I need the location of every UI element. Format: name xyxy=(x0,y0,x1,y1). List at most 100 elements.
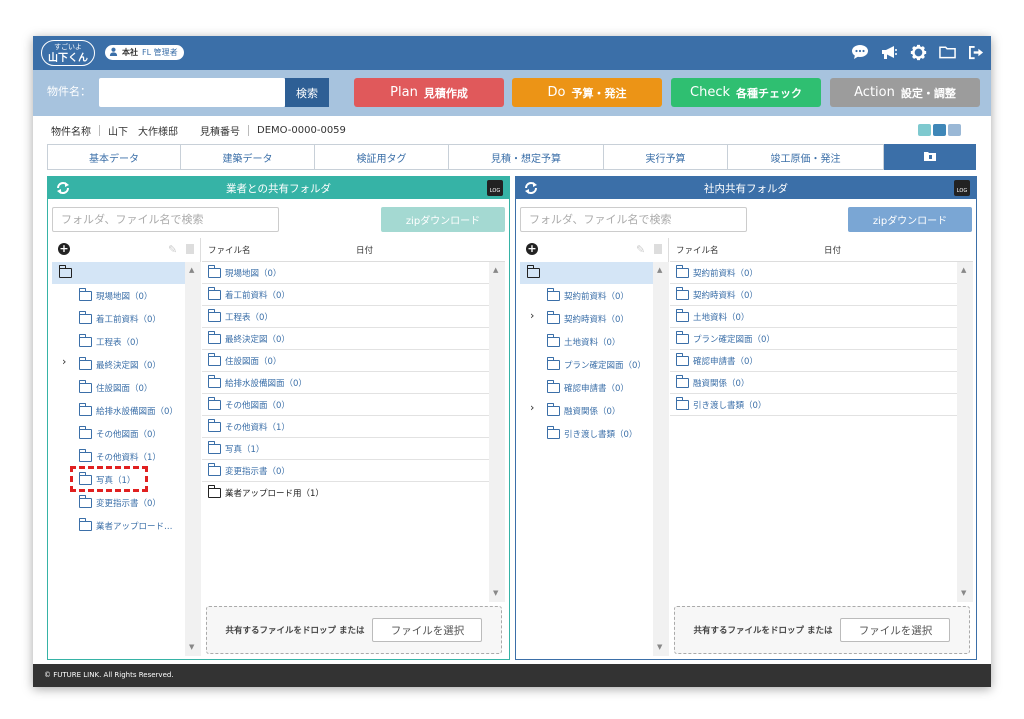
col-file-name[interactable]: ファイル名 xyxy=(670,244,824,256)
tab-basic-data[interactable]: 基本データ xyxy=(47,144,181,170)
tree-node[interactable]: 契約時資料（0） xyxy=(546,311,629,327)
vendor-select-file-button[interactable]: ファイルを選択 xyxy=(372,618,483,642)
tree-node[interactable]: その他図面（0） xyxy=(78,426,161,442)
chat-icon[interactable] xyxy=(851,43,869,61)
file-row[interactable]: 引き渡し書類（0） xyxy=(670,394,957,416)
file-row[interactable]: 最終決定図（0） xyxy=(202,328,489,350)
file-row[interactable]: 工程表（0） xyxy=(202,306,489,328)
scroll-up-icon[interactable]: ▲ xyxy=(493,266,498,274)
file-row[interactable]: 融資関係（0） xyxy=(670,372,957,394)
tree-node[interactable]: その他資料（1） xyxy=(78,449,161,465)
scroll-down-icon[interactable]: ▼ xyxy=(493,589,498,597)
scroll-up-icon[interactable]: ▲ xyxy=(189,266,194,274)
tree-node[interactable]: 契約前資料（0） xyxy=(546,288,629,304)
plan-button[interactable]: Plan 見積作成 xyxy=(354,78,504,107)
tree-node[interactable]: 業者アップロード… xyxy=(78,518,173,534)
tab-building-data[interactable]: 建築データ xyxy=(181,144,315,170)
tree-node[interactable]: 着工前資料（0） xyxy=(78,311,161,327)
tree-node[interactable]: 給排水設備図面（0） xyxy=(78,403,178,419)
action-button[interactable]: Action 設定・調整 xyxy=(830,78,980,107)
folder-icon xyxy=(207,286,221,300)
log-icon[interactable]: LOG xyxy=(487,180,503,196)
folder-icon xyxy=(207,418,221,432)
scroll-up-icon[interactable]: ▲ xyxy=(657,266,662,274)
file-row[interactable]: 給排水設備図面（0） xyxy=(202,372,489,394)
expand-chevron-icon[interactable]: › xyxy=(530,309,534,322)
do-button[interactable]: Do 予算・発注 xyxy=(512,78,662,107)
tree-node[interactable]: 最終決定図（0） xyxy=(78,357,161,373)
file-row[interactable]: その他資料（1） xyxy=(202,416,489,438)
check-button[interactable]: Check 各種チェック xyxy=(671,78,821,107)
file-row[interactable]: 現場地図（0） xyxy=(202,262,489,284)
tree-node-label: 土地資料（0） xyxy=(564,338,621,348)
scroll-down-icon[interactable]: ▼ xyxy=(657,643,662,651)
file-list-scrollbar[interactable]: ▲ ▼ xyxy=(957,262,973,602)
file-row[interactable]: 土地資料（0） xyxy=(670,306,957,328)
log-icon[interactable]: LOG xyxy=(954,180,970,196)
app-logo[interactable]: すごいよ 山下くん xyxy=(41,40,95,66)
tree-node[interactable]: 融資関係（0） xyxy=(546,403,620,419)
file-row[interactable]: 業者アップロード用（1） xyxy=(202,482,489,504)
search-button[interactable]: 検索 xyxy=(285,78,329,107)
add-folder-icon[interactable]: + xyxy=(526,243,538,255)
scroll-up-icon[interactable]: ▲ xyxy=(961,266,966,274)
folder-icon xyxy=(78,403,92,416)
internal-drop-zone[interactable]: 共有するファイルをドロップ または ファイルを選択 xyxy=(674,606,970,654)
tree-scrollbar[interactable]: ▲ ▼ xyxy=(185,262,201,656)
file-row[interactable]: 着工前資料（0） xyxy=(202,284,489,306)
col-date[interactable]: 日付 xyxy=(824,244,841,256)
scroll-down-icon[interactable]: ▼ xyxy=(189,643,194,651)
file-row[interactable]: 契約時資料（0） xyxy=(670,284,957,306)
expand-chevron-icon[interactable]: › xyxy=(62,355,66,368)
tab-completion-cost[interactable]: 竣工原価・発注 xyxy=(728,144,884,170)
view-mode-1[interactable] xyxy=(918,124,931,136)
tab-budget[interactable]: 実行予算 xyxy=(604,144,728,170)
folder-icon[interactable] xyxy=(938,43,956,61)
refresh-icon[interactable] xyxy=(55,180,71,199)
tree-node[interactable]: 変更指示書（0） xyxy=(78,495,161,511)
tree-root-folder[interactable] xyxy=(52,262,185,284)
file-row[interactable]: 住設図面（0） xyxy=(202,350,489,372)
tab-verification-tags[interactable]: 検証用タグ xyxy=(315,144,449,170)
gear-icon[interactable] xyxy=(909,43,927,61)
col-date[interactable]: 日付 xyxy=(356,244,373,256)
tree-node[interactable]: 土地資料（0） xyxy=(546,334,621,350)
tab-shared-folders[interactable] xyxy=(884,144,976,170)
view-mode-3[interactable] xyxy=(948,124,961,136)
refresh-icon[interactable] xyxy=(523,180,539,199)
property-name-input[interactable] xyxy=(99,78,285,107)
tree-node[interactable]: 引き渡し書類（0） xyxy=(546,426,637,442)
file-row[interactable]: プラン確定図面（0） xyxy=(670,328,957,350)
tree-node[interactable]: 工程表（0） xyxy=(78,334,144,350)
tree-scrollbar[interactable]: ▲ ▼ xyxy=(653,262,669,656)
file-row[interactable]: 確認申請書（0） xyxy=(670,350,957,372)
tab-estimate[interactable]: 見積・想定予算 xyxy=(449,144,604,170)
add-folder-icon[interactable]: + xyxy=(58,243,70,255)
tree-node[interactable]: 現場地図（0） xyxy=(78,288,152,304)
tree-root-folder[interactable] xyxy=(520,262,653,284)
folder-icon xyxy=(675,374,689,388)
tree-node[interactable]: 確認申請書（0） xyxy=(546,380,629,396)
internal-search-input[interactable]: フォルダ、ファイル名で検索 xyxy=(520,207,747,232)
action-en: Action xyxy=(854,85,895,100)
logout-icon[interactable] xyxy=(967,43,985,61)
file-row[interactable]: その他図面（0） xyxy=(202,394,489,416)
internal-zip-download-button[interactable]: zipダウンロード xyxy=(848,207,972,232)
megaphone-icon[interactable] xyxy=(880,43,898,61)
file-list-scrollbar[interactable]: ▲ ▼ xyxy=(489,262,505,602)
file-row[interactable]: 契約前資料（0） xyxy=(670,262,957,284)
property-name-key: 物件名称 xyxy=(51,127,91,138)
file-row[interactable]: 変更指示書（0） xyxy=(202,460,489,482)
vendor-zip-download-button[interactable]: zipダウンロード xyxy=(381,207,505,232)
footer-copyright: © FUTURE LINK. All Rights Reserved. xyxy=(33,664,991,687)
vendor-drop-zone[interactable]: 共有するファイルをドロップ または ファイルを選択 xyxy=(206,606,502,654)
tree-node[interactable]: 住設図面（0） xyxy=(78,380,152,396)
vendor-search-input[interactable]: フォルダ、ファイル名で検索 xyxy=(52,207,279,232)
col-file-name[interactable]: ファイル名 xyxy=(202,244,356,256)
file-row[interactable]: 写真（1） xyxy=(202,438,489,460)
internal-select-file-button[interactable]: ファイルを選択 xyxy=(840,618,951,642)
expand-chevron-icon[interactable]: › xyxy=(530,401,534,414)
tree-node[interactable]: プラン確定図面（0） xyxy=(546,357,646,373)
view-mode-2[interactable] xyxy=(933,124,946,136)
scroll-down-icon[interactable]: ▼ xyxy=(961,589,966,597)
